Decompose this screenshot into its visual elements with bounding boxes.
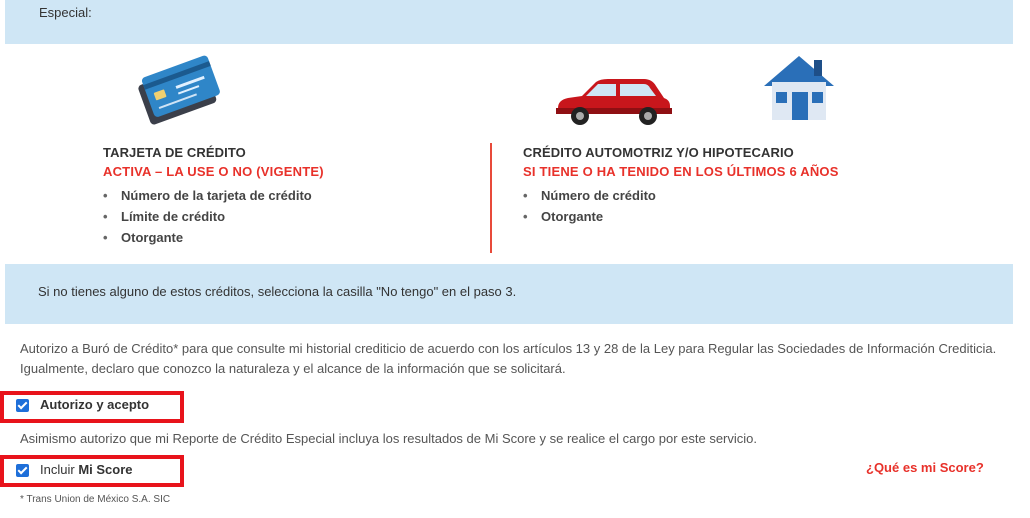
house-icon <box>764 56 834 120</box>
include-score-prefix: Incluir <box>40 462 75 477</box>
credit-card-icon <box>138 55 220 125</box>
list-item: • Límite de crédito <box>103 209 226 224</box>
auto-section-title: CRÉDITO AUTOMOTRIZ Y/O HIPOTECARIO <box>523 145 794 160</box>
top-banner-text: Especial: <box>39 5 92 20</box>
info-banner: Si no tienes alguno de estos créditos, s… <box>5 264 1013 324</box>
car-icon <box>556 79 672 125</box>
list-item: • Número de crédito <box>523 188 656 203</box>
auto-mortgage-section: CRÉDITO AUTOMOTRIZ Y/O HIPOTECARIO SI TI… <box>523 145 839 227</box>
info-banner-text: Si no tienes alguno de estos créditos, s… <box>38 284 517 299</box>
card-section-title: TARJETA DE CRÉDITO <box>103 145 246 160</box>
credit-card-section: TARJETA DE CRÉDITO ACTIVA – LA USE O NO … <box>103 145 324 248</box>
what-is-score-link[interactable]: ¿Qué es mi Score? <box>866 460 984 475</box>
include-score-bold: Mi Score <box>78 462 133 477</box>
include-score-checkbox[interactable] <box>16 464 29 477</box>
card-requirements-list: • Número de la tarjeta de crédito • Límite… <box>103 185 324 248</box>
auto-requirements-list: • Número de crédito • Otorgante <box>523 185 839 227</box>
authorization-text: Autorizo a Buró de Crédito* para que con… <box>20 341 997 376</box>
top-banner: Especial: <box>5 0 1013 44</box>
authorize-checkbox-label[interactable]: Autorizo y acepto <box>40 397 149 412</box>
score-authorization-text: Asimismo autorizo que mi Reporte de Créd… <box>20 431 757 446</box>
include-score-label[interactable]: Incluir Mi Score <box>40 462 133 477</box>
auto-section-subtitle: SI TIENE O HA TENIDO EN LOS ÚLTIMOS 6 AÑ… <box>523 164 839 179</box>
authorize-checkbox[interactable] <box>16 399 29 412</box>
list-item: • Otorgante <box>523 209 604 224</box>
card-section-subtitle: ACTIVA – LA USE O NO (VIGENTE) <box>103 164 324 179</box>
list-item: • Otorgante <box>103 230 184 245</box>
footnote: * Trans Union de México S.A. SIC <box>20 494 171 505</box>
section-divider <box>490 143 492 253</box>
list-item: • Número de la tarjeta de crédito <box>103 188 312 203</box>
